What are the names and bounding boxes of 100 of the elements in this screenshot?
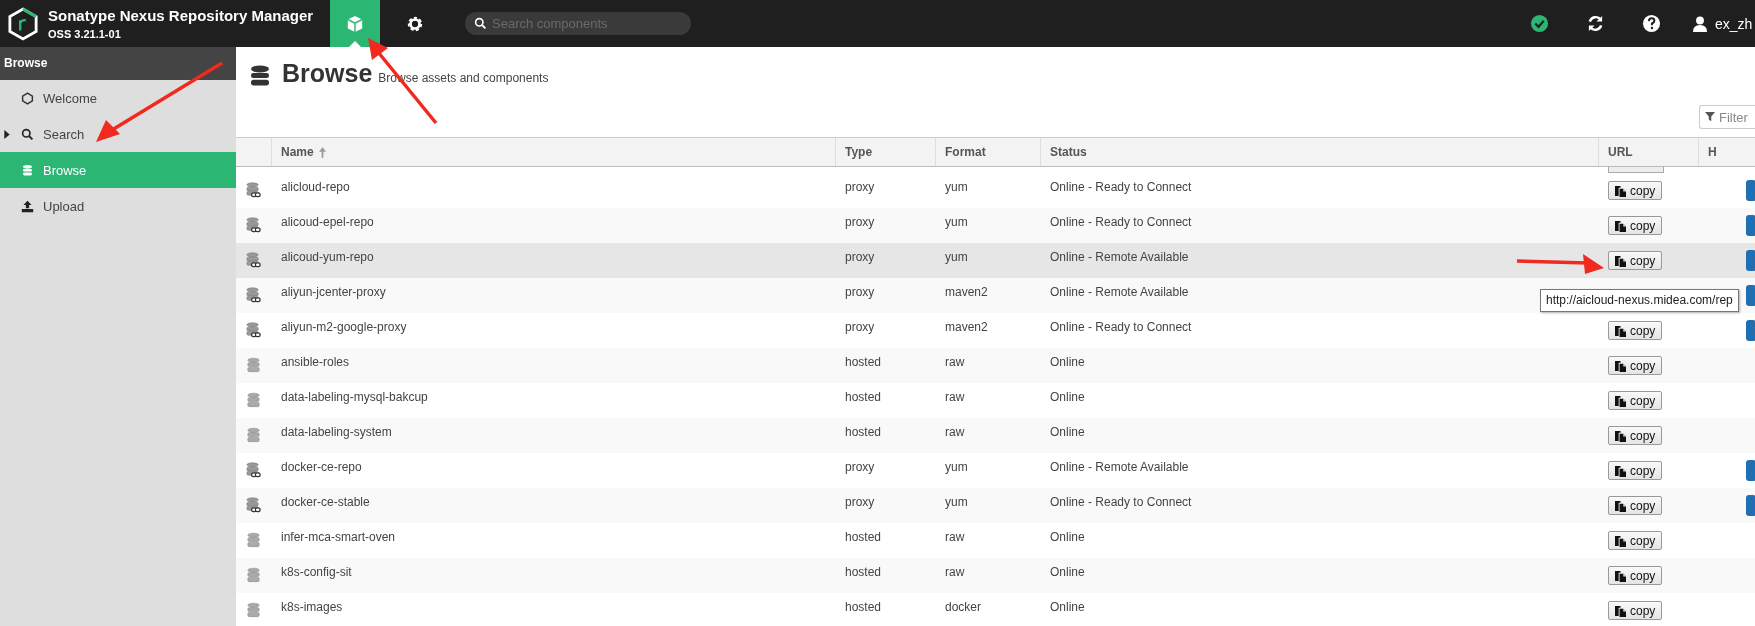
app-title: Sonatype Nexus Repository Manager: [48, 7, 315, 24]
sidebar-item[interactable]: Upload: [0, 188, 236, 224]
linked-database-icon: [245, 462, 262, 479]
table-cell: yum: [945, 215, 968, 229]
health-check-button[interactable]: [1746, 215, 1755, 236]
health-check-button[interactable]: [1746, 495, 1755, 516]
table-cell: maven2: [945, 285, 988, 299]
table-cell: hosted: [845, 355, 882, 369]
app-version: OSS 3.21.1-01: [48, 28, 122, 40]
table-cell: proxy: [845, 320, 875, 334]
copy-icon: [1615, 184, 1626, 197]
search-icon: [21, 127, 34, 141]
column-header[interactable]: H: [1708, 145, 1717, 159]
table-cell: Online: [1050, 530, 1085, 544]
table-cell: proxy: [845, 285, 875, 299]
sidebar-item[interactable]: Welcome: [0, 80, 236, 116]
table-cell: alicoud-yum-repo: [281, 250, 374, 264]
table-cell: aliyun-m2-google-proxy: [281, 320, 407, 334]
table-cell: yum: [945, 250, 968, 264]
table-cell: Online - Remote Available: [1050, 285, 1189, 299]
health-check-button[interactable]: [1746, 180, 1755, 201]
database-icon: [245, 427, 262, 444]
user-icon[interactable]: [1693, 14, 1707, 33]
column-header[interactable]: Name: [281, 145, 314, 159]
health-check-button[interactable]: [1746, 285, 1755, 306]
table-cell: proxy: [845, 180, 875, 194]
database-icon: [21, 163, 34, 177]
table-row[interactable]: alicoud-epel-repo proxy yum Online - Ready to Connect copy: [236, 208, 1755, 243]
copy-button[interactable]: copy: [1608, 391, 1663, 410]
browse-mode-button[interactable]: [330, 0, 380, 47]
table-cell: Online: [1050, 425, 1085, 439]
help-icon[interactable]: [1642, 14, 1661, 33]
copy-button[interactable]: copy: [1608, 356, 1663, 375]
copy-button[interactable]: copy: [1608, 461, 1663, 480]
column-header[interactable]: Type: [845, 145, 873, 159]
table-cell: data-labeling-system: [281, 425, 392, 439]
database-icon: [245, 602, 262, 619]
table-cell: hosted: [845, 390, 882, 404]
table-cell: aliyun-jcenter-proxy: [281, 285, 386, 299]
copy-button[interactable]: copy: [1608, 216, 1663, 235]
table-row[interactable]: docker-ce-stable proxy yum Online - Ready to Connect copy: [236, 488, 1755, 523]
hexagon-icon: [21, 91, 34, 105]
table-cell: Online - Ready to Connect: [1050, 180, 1192, 194]
linked-database-icon: [245, 322, 262, 339]
column-header[interactable]: Format: [945, 145, 986, 159]
copy-button[interactable]: copy: [1608, 251, 1663, 270]
column-header[interactable]: URL: [1608, 145, 1633, 159]
copy-button[interactable]: copy: [1608, 181, 1663, 200]
copy-button[interactable]: copy: [1608, 531, 1663, 550]
table-cell: proxy: [845, 460, 875, 474]
gear-icon: [406, 14, 424, 33]
search-icon: [474, 17, 487, 30]
page-title: Browse: [282, 59, 373, 88]
table-row[interactable]: k8s-config-sit hosted raw Online copy: [236, 558, 1755, 593]
table-cell: proxy: [845, 495, 875, 509]
table-cell: Online: [1050, 600, 1085, 614]
url-tooltip: http://aicloud-nexus.midea.com/rep: [1540, 289, 1739, 312]
health-check-button[interactable]: [1746, 460, 1755, 481]
user-name[interactable]: ex_zh: [1715, 15, 1755, 32]
table-cell: Online: [1050, 565, 1085, 579]
filter-icon: [1705, 112, 1715, 122]
refresh-icon[interactable]: [1586, 14, 1605, 33]
table-cell: Online: [1050, 390, 1085, 404]
linked-database-icon: [245, 217, 262, 234]
upload-icon: [21, 199, 34, 213]
health-check-button[interactable]: [1746, 250, 1755, 271]
copy-icon: [1615, 394, 1626, 407]
database-icon: [245, 532, 262, 549]
table-cell: Online - Remote Available: [1050, 250, 1189, 264]
column-header[interactable]: Status: [1050, 145, 1087, 159]
table-cell: docker-ce-repo: [281, 460, 362, 474]
copy-button[interactable]: copy: [1608, 321, 1663, 340]
table-cell: raw: [945, 390, 965, 404]
filter-field[interactable]: Filter: [1699, 105, 1755, 129]
table-row[interactable]: alicoud-yum-repo proxy yum Online - Remote Available copy: [236, 243, 1755, 278]
linked-database-icon: [245, 497, 262, 514]
sidebar-item[interactable]: Search: [0, 116, 236, 152]
copy-icon: [1615, 464, 1626, 477]
table-row[interactable]: ansible-roles hosted raw Online copy: [236, 348, 1755, 383]
table-cell: raw: [945, 530, 965, 544]
sort-up-arrow-icon[interactable]: [318, 146, 326, 158]
copy-button[interactable]: copy: [1608, 496, 1663, 515]
table-cell: yum: [945, 495, 968, 509]
copy-icon: [1615, 499, 1626, 512]
copy-button[interactable]: copy: [1608, 601, 1663, 620]
health-check-button[interactable]: [1746, 320, 1755, 341]
database-icon: [245, 567, 262, 584]
copy-icon: [1615, 569, 1626, 582]
copy-button[interactable]: copy: [1608, 426, 1663, 445]
table-cell: k8s-config-sit: [281, 565, 352, 579]
copy-button[interactable]: copy: [1608, 566, 1663, 585]
table-cell: hosted: [845, 600, 882, 614]
table-row[interactable]: data-labeling-system hosted raw Online copy: [236, 418, 1755, 453]
copy-icon: [1615, 359, 1626, 372]
table-cell: hosted: [845, 530, 882, 544]
table-cell: proxy: [845, 250, 875, 264]
status-ok-icon[interactable]: [1530, 14, 1549, 33]
table-cell: raw: [945, 425, 965, 439]
expand-arrow-icon[interactable]: [4, 129, 10, 139]
table-cell: docker-ce-stable: [281, 495, 370, 509]
